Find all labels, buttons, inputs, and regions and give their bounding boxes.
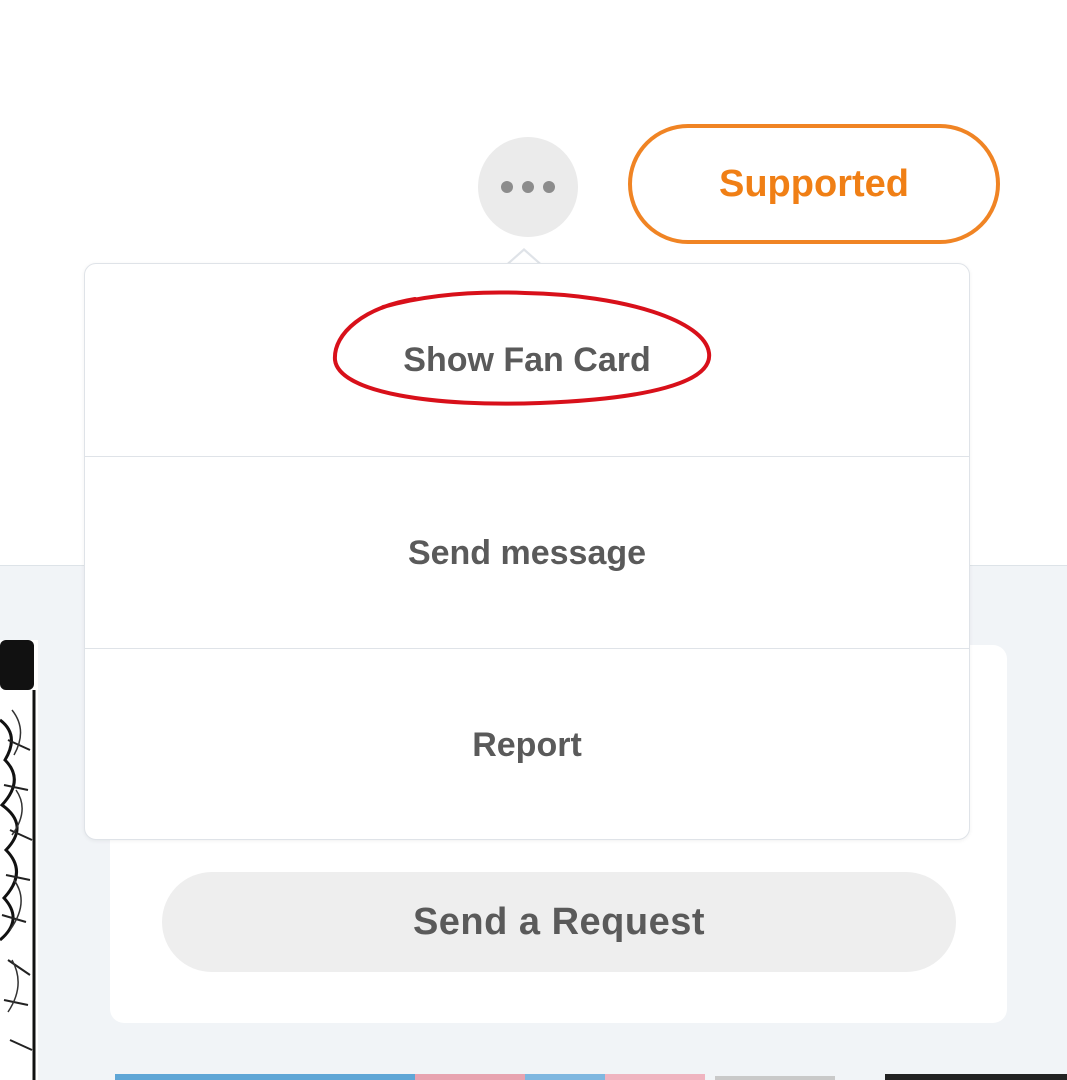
send-request-label: Send a Request (412, 900, 706, 943)
page: Send a Request Supported Show Fan Card S… (0, 0, 1067, 1080)
menu-item-label: Report (472, 725, 582, 764)
supported-label: Supported (719, 162, 909, 205)
menu-item-report[interactable]: Report (85, 648, 969, 841)
more-options-button[interactable] (478, 137, 578, 237)
more-horizontal-icon (501, 181, 555, 193)
artwork-image (0, 640, 38, 1080)
send-request-button[interactable]: Send a Request (162, 872, 956, 972)
menu-item-label: Show Fan Card (403, 340, 651, 379)
menu-item-show-fan-card[interactable]: Show Fan Card (85, 264, 969, 456)
menu-item-send-message[interactable]: Send message (85, 456, 969, 649)
artwork-thumbnail[interactable] (0, 640, 38, 1080)
thumbnail-strip (115, 1068, 1067, 1080)
supported-button[interactable]: Supported (628, 124, 1000, 244)
menu-item-label: Send message (407, 533, 647, 572)
options-dropdown-menu: Show Fan Card Send message Report (84, 263, 970, 840)
